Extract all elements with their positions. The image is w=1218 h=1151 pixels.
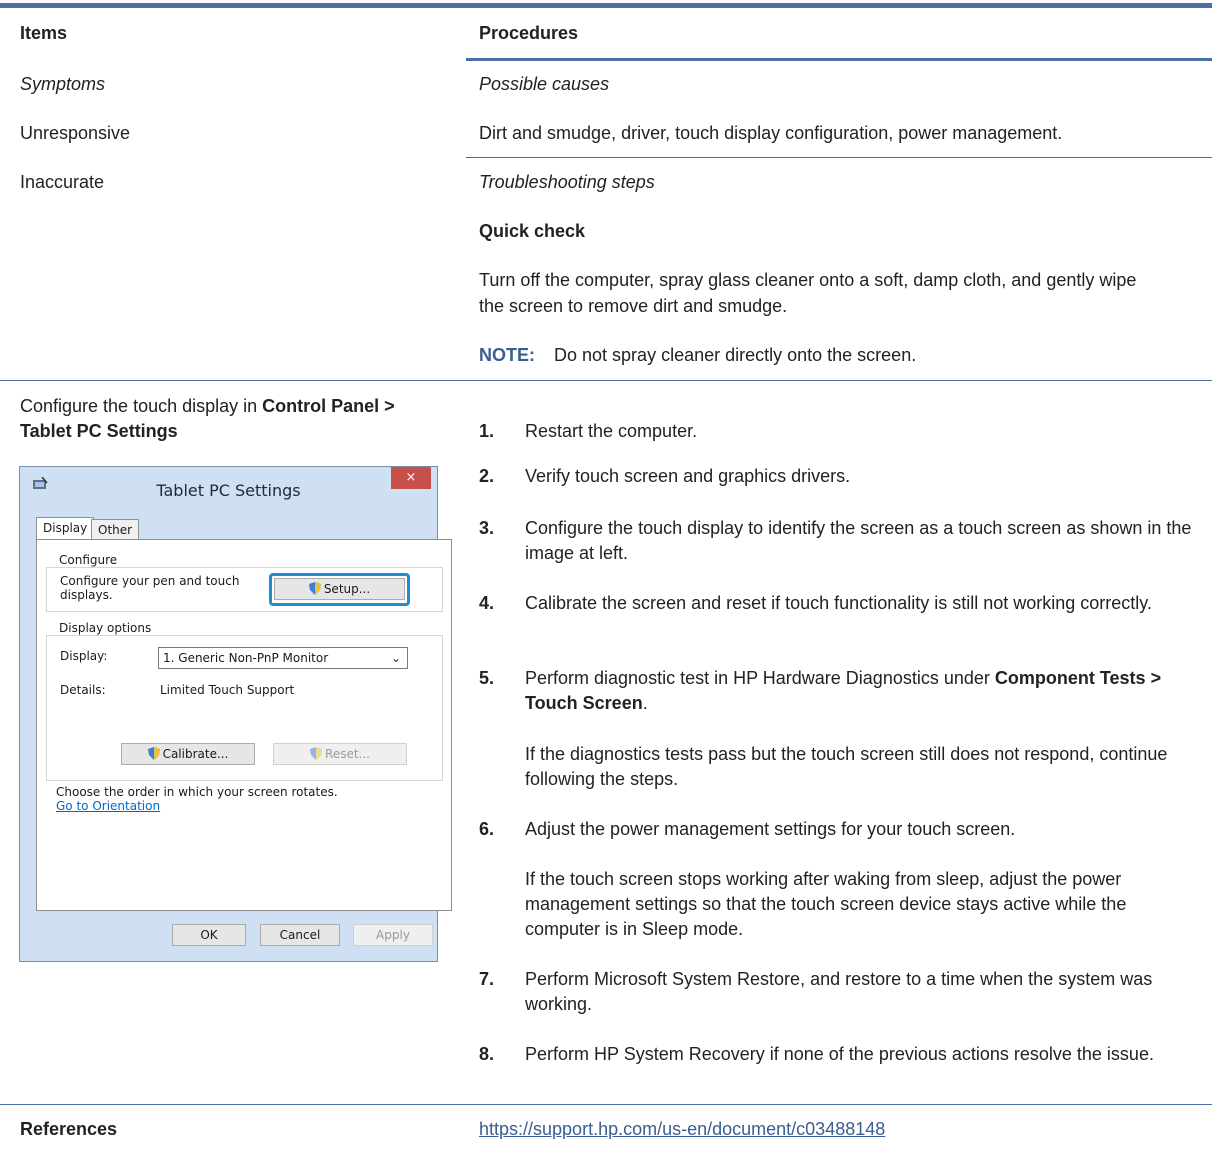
references-label: References xyxy=(20,1119,118,1139)
step-text: Restart the computer. xyxy=(525,421,698,441)
troubleshooting-label: Troubleshooting steps xyxy=(479,172,655,192)
uac-shield-icon xyxy=(147,746,160,760)
step-text: Perform HP System Recovery if none of th… xyxy=(525,1044,1154,1064)
step-text: Perform diagnostic test in HP Hardware D… xyxy=(525,666,1205,716)
symptom-unresponsive: Unresponsive xyxy=(20,123,131,143)
step-number: 8. xyxy=(479,1044,495,1064)
tablet-pc-settings-dialog: Tablet PC Settings × Display Other Confi… xyxy=(19,466,452,962)
setup-label: Setup... xyxy=(323,582,371,596)
tab-other[interactable]: Other xyxy=(91,519,140,541)
calibrate-button[interactable]: Calibrate... xyxy=(121,743,255,765)
quick-check-text-line1: Turn off the computer, spray glass clean… xyxy=(479,270,1137,290)
step-number: 5. xyxy=(479,668,495,688)
step-text: Verify touch screen and graphics drivers… xyxy=(525,466,851,486)
header-rule xyxy=(466,58,1212,61)
column-header-items: Items xyxy=(20,23,68,43)
uac-shield-icon xyxy=(308,581,321,595)
table-top-rule xyxy=(0,3,1212,8)
step-number: 2. xyxy=(479,466,495,486)
step-text: Configure the touch display to identify … xyxy=(525,518,1192,563)
uac-shield-icon xyxy=(310,746,323,760)
causes-rule xyxy=(466,157,1212,158)
step-subtext: If the diagnostics tests pass but the to… xyxy=(525,744,1168,789)
quick-check-text-line2: the screen to remove dirt and smudge. xyxy=(479,296,788,316)
step-5-suffix: . xyxy=(642,693,648,713)
configure-path-part2: Tablet PC Settings xyxy=(20,421,178,441)
details-value: Limited Touch Support xyxy=(160,683,295,697)
references-rule xyxy=(0,1104,1212,1105)
note-label: NOTE: xyxy=(479,345,535,365)
causes-text: Dirt and smudge, driver, touch display c… xyxy=(479,123,1063,143)
configure-prefix: Configure the touch display in xyxy=(20,396,263,416)
dialog-title: Tablet PC Settings xyxy=(156,481,301,500)
note: NOTE: Do not spray cleaner directly onto… xyxy=(479,343,916,368)
column-header-procedures: Procedures xyxy=(479,23,579,43)
symptom-inaccurate: Inaccurate xyxy=(20,172,105,192)
configure-instruction-line1: Configure the touch display in Control P… xyxy=(20,394,395,419)
orientation-text: Choose the order in which your screen ro… xyxy=(56,785,338,799)
symptoms-label: Symptoms xyxy=(20,74,106,94)
step-subtext: If the touch screen stops working after … xyxy=(525,869,1127,939)
cancel-button[interactable]: Cancel xyxy=(260,924,340,946)
display-select-value: 1. Generic Non-PnP Monitor xyxy=(163,651,329,665)
chevron-down-icon: ⌄ xyxy=(390,651,401,665)
possible-causes-label: Possible causes xyxy=(479,74,610,94)
configure-description-line2: displays. xyxy=(60,588,113,602)
step-text: Calibrate the screen and reset if touch … xyxy=(525,593,1152,613)
step-number: 7. xyxy=(479,969,495,989)
display-label: Display: xyxy=(60,649,108,663)
quick-check-heading: Quick check xyxy=(479,221,586,241)
step-text: Perform Microsoft System Restore, and re… xyxy=(525,969,1153,1014)
orientation-link[interactable]: Go to Orientation xyxy=(56,799,160,813)
ok-button[interactable]: OK xyxy=(172,924,246,946)
section-rule xyxy=(0,380,1212,381)
step-number: 6. xyxy=(479,819,495,839)
references-link[interactable]: https://support.hp.com/us-en/document/c0… xyxy=(479,1117,885,1142)
step-number: 1. xyxy=(479,421,495,441)
configure-path-part1: Control Panel > xyxy=(262,396,395,416)
step-text: Adjust the power management settings for… xyxy=(525,819,1016,839)
setup-button[interactable]: Setup... xyxy=(274,578,405,600)
apply-button[interactable]: Apply xyxy=(353,924,433,946)
display-select[interactable]: 1. Generic Non-PnP Monitor ⌄ xyxy=(158,647,408,669)
close-icon[interactable]: × xyxy=(391,467,431,489)
step-5-prefix: Perform diagnostic test in HP Hardware D… xyxy=(525,668,995,688)
reset-button[interactable]: Reset... xyxy=(273,743,407,765)
display-options-label: Display options xyxy=(56,621,155,635)
reset-label: Reset... xyxy=(325,747,370,761)
step-number: 3. xyxy=(479,518,495,538)
configure-description: Configure your pen and touch displays. xyxy=(60,574,239,602)
configure-group-label: Configure xyxy=(56,553,121,567)
step-number: 4. xyxy=(479,593,495,613)
calibrate-label: Calibrate... xyxy=(162,747,229,761)
tab-display[interactable]: Display xyxy=(36,517,95,541)
note-text: Do not spray cleaner directly onto the s… xyxy=(554,345,917,365)
configure-description-line1: Configure your pen and touch xyxy=(60,574,240,588)
details-label: Details: xyxy=(60,683,106,697)
